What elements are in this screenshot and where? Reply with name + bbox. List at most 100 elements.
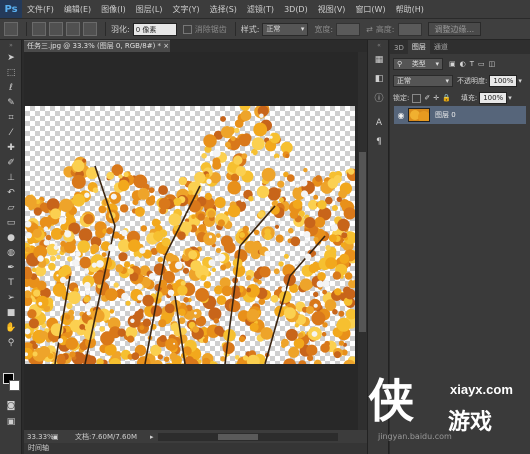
healing-icon[interactable]: ✚ xyxy=(0,140,22,155)
menu-filter[interactable]: 滤镜(T) xyxy=(242,4,279,15)
menu-select[interactable]: 选择(S) xyxy=(205,4,242,15)
new-selection-icon[interactable] xyxy=(32,22,46,36)
path-select-icon[interactable]: ➢ xyxy=(0,290,22,305)
site-watermark: 侠 xiayx.com 游戏 jingyan.baidu.com xyxy=(368,372,528,452)
menu-image[interactable]: 图像(I) xyxy=(96,4,131,15)
filter-type-icon[interactable]: T xyxy=(470,60,474,68)
feather-label: 羽化: xyxy=(111,24,130,34)
document-title: 任务三.jpg @ 33.3% (图层 0, RGB/8#) * xyxy=(27,42,162,50)
image-canvas[interactable] xyxy=(25,106,355,364)
antialias-label: 消除锯齿 xyxy=(194,24,227,34)
timeline-tab[interactable]: 时间轴 xyxy=(24,443,367,454)
quick-select-icon[interactable]: ✎ xyxy=(0,95,22,110)
style-select[interactable]: 正常 ▾ xyxy=(262,22,309,36)
refine-edge-button[interactable]: 调整边缘... xyxy=(427,22,482,36)
history-panel-icon[interactable]: ▦ xyxy=(368,50,390,69)
background-color[interactable] xyxy=(9,380,20,391)
filter-shape-icon[interactable]: ▭ xyxy=(478,60,485,68)
lock-transparent-icon[interactable] xyxy=(412,93,422,103)
lock-row: 锁定: ✐ ✛ 🔒 填充: 100% ▾ xyxy=(390,91,530,105)
divider xyxy=(234,22,236,36)
lock-brush-icon[interactable]: ✐ xyxy=(424,94,430,102)
lock-all-icon[interactable]: 🔒 xyxy=(442,94,451,102)
add-selection-icon[interactable] xyxy=(49,22,63,36)
quick-mask-icon[interactable]: ◙ xyxy=(0,398,22,413)
filter-adjust-icon[interactable]: ◐ xyxy=(460,60,466,68)
marquee-preset-icon[interactable] xyxy=(4,22,18,36)
menu-help[interactable]: 帮助(H) xyxy=(391,4,429,15)
lasso-icon[interactable]: ℓ xyxy=(0,80,22,95)
hand-icon[interactable]: ✋ xyxy=(0,320,22,335)
tab-channels[interactable]: 通道 xyxy=(430,40,452,54)
scroll-thumb[interactable] xyxy=(359,152,366,332)
antialias-checkbox[interactable] xyxy=(182,24,192,34)
kind-filter-select[interactable]: ⚲ 类型 ▾ xyxy=(393,58,443,70)
menu-view[interactable]: 视图(V) xyxy=(313,4,351,15)
blend-mode-select[interactable]: 正常 ▾ xyxy=(393,75,453,87)
filter-pixel-icon[interactable]: ▣ xyxy=(449,60,456,68)
dodge-icon[interactable]: ◍ xyxy=(0,245,22,260)
menu-layer[interactable]: 图层(L) xyxy=(131,4,168,15)
menu-type[interactable]: 文字(Y) xyxy=(167,4,204,15)
eraser-icon[interactable]: ▱ xyxy=(0,200,22,215)
width-label: 宽度: xyxy=(314,24,334,34)
fill-input[interactable]: 100% xyxy=(479,92,508,104)
scroll-thumb[interactable] xyxy=(217,433,258,440)
layer-row[interactable]: ◉ 图层 0 xyxy=(394,106,526,124)
collapse-icon[interactable]: » xyxy=(0,40,22,50)
shape-icon[interactable]: ■ xyxy=(0,305,22,320)
opacity-input[interactable]: 100% xyxy=(489,75,518,87)
watermark-game: 游戏 xyxy=(448,410,493,435)
chevron-down-icon[interactable]: ▾ xyxy=(518,77,522,85)
zoom-icon[interactable]: ⚲ xyxy=(0,335,22,350)
kind-label: 类型 xyxy=(411,60,426,68)
move-icon[interactable]: ➤ xyxy=(0,50,22,65)
history-brush-icon[interactable]: ↶ xyxy=(0,185,22,200)
filter-smart-icon[interactable]: ◫ xyxy=(489,60,496,68)
width-input[interactable] xyxy=(336,22,361,36)
eyedropper-icon[interactable]: ⁄ xyxy=(0,125,22,140)
menu-edit[interactable]: 编辑(E) xyxy=(59,4,96,15)
status-icon[interactable]: ▣ xyxy=(52,433,62,441)
type-icon[interactable]: T xyxy=(0,275,22,290)
marquee-icon[interactable]: ⬚ xyxy=(0,65,22,80)
menu-window[interactable]: 窗口(W) xyxy=(350,4,390,15)
close-icon[interactable]: × xyxy=(163,42,169,50)
arrow-right-icon[interactable]: ▸ xyxy=(150,433,154,441)
collapse-icon[interactable]: « xyxy=(368,40,390,50)
vertical-scrollbar[interactable] xyxy=(358,52,367,430)
clone-stamp-icon[interactable]: ⊥ xyxy=(0,170,22,185)
blend-row: 正常 ▾ 不透明度: 100% ▾ xyxy=(390,74,530,88)
chevron-down-icon[interactable]: ▾ xyxy=(508,94,512,102)
subtract-selection-icon[interactable] xyxy=(66,22,80,36)
fill-label: 填充: xyxy=(460,94,478,102)
info-panel-icon[interactable]: ⓘ xyxy=(368,88,390,107)
pen-icon[interactable]: ✒ xyxy=(0,260,22,275)
screen-mode-icon[interactable]: ▣ xyxy=(0,414,22,429)
feather-input[interactable]: 0 像素 xyxy=(132,22,177,36)
document-workspace xyxy=(24,52,358,430)
zoom-level[interactable]: 33.33% xyxy=(24,433,54,441)
menu-file[interactable]: 文件(F) xyxy=(22,4,59,15)
brush-icon[interactable]: ✐ xyxy=(0,155,22,170)
eye-icon[interactable]: ◉ xyxy=(394,111,408,120)
panel-tabs: 3D 图层 通道 xyxy=(390,40,530,54)
swap-icon[interactable]: ⇄ xyxy=(366,25,373,34)
properties-panel-icon[interactable]: ◧ xyxy=(368,69,390,88)
paragraph-panel-icon[interactable]: ¶ xyxy=(368,132,390,151)
crop-icon[interactable]: ⌗ xyxy=(0,110,22,125)
tab-layers[interactable]: 图层 xyxy=(407,40,430,54)
intersect-selection-icon[interactable] xyxy=(83,22,97,36)
tab-3d[interactable]: 3D xyxy=(390,42,408,54)
horizontal-scrollbar[interactable] xyxy=(157,432,338,441)
character-panel-icon[interactable]: A xyxy=(368,113,390,132)
lock-move-icon[interactable]: ✛ xyxy=(433,94,439,102)
gradient-icon[interactable]: ▭ xyxy=(0,215,22,230)
height-input[interactable] xyxy=(397,22,422,36)
document-tab[interactable]: 任务三.jpg @ 33.3% (图层 0, RGB/8#) * × xyxy=(24,40,170,52)
divider xyxy=(105,22,106,36)
style-value: 正常 xyxy=(266,25,281,33)
menu-3d[interactable]: 3D(D) xyxy=(279,5,313,14)
blur-icon[interactable]: ● xyxy=(0,230,22,245)
color-swatches[interactable] xyxy=(3,373,21,393)
